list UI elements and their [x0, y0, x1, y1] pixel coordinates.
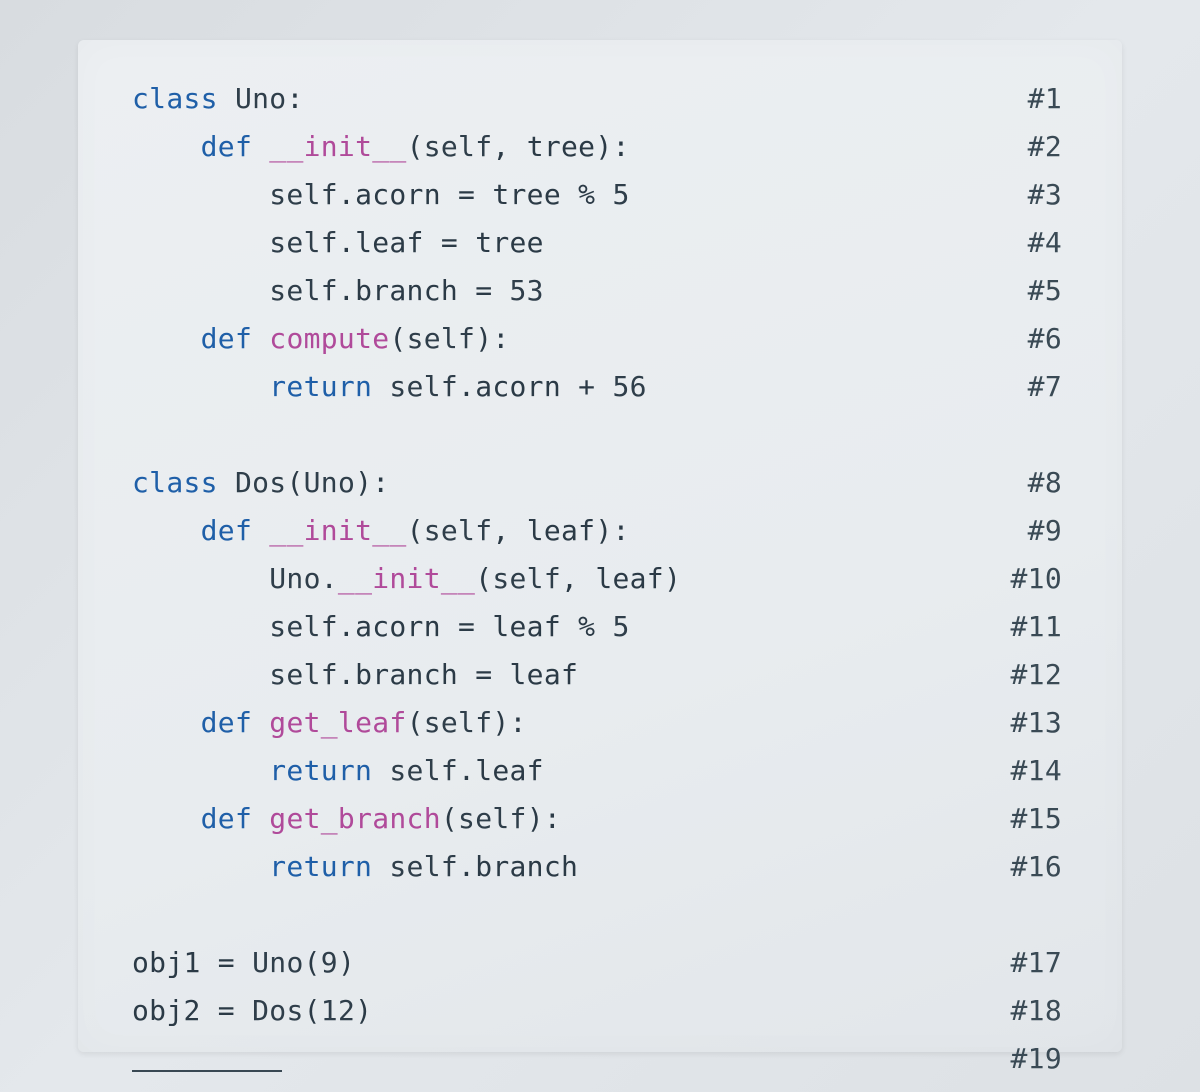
code-line: self.acorn = leaf % 5 #11 — [132, 610, 1072, 658]
code-line: def get_branch(self): #15 — [132, 802, 1072, 850]
line-number: #4 — [1028, 226, 1072, 259]
code-line: class Dos(Uno): #8 — [132, 466, 1072, 514]
line-number: #5 — [1028, 274, 1072, 307]
line-number: #16 — [1011, 850, 1072, 883]
line-number: #12 — [1011, 658, 1072, 691]
code-line: Uno.__init__(self, leaf) #10 — [132, 562, 1072, 610]
line-number: #1 — [1028, 82, 1072, 115]
line-number: #8 — [1028, 466, 1072, 499]
blank-line — [132, 418, 1072, 466]
code-line: class Uno: #1 — [132, 82, 1072, 130]
line-number: #17 — [1011, 946, 1072, 979]
code-line: #19 — [132, 1042, 1072, 1090]
line-number: #11 — [1011, 610, 1072, 643]
code-line: self.leaf = tree #4 — [132, 226, 1072, 274]
line-number: #2 — [1028, 130, 1072, 163]
code-sheet: class Uno: #1 def __init__(self, tree): … — [78, 40, 1122, 1052]
line-number: #7 — [1028, 370, 1072, 403]
line-number: #15 — [1011, 802, 1072, 835]
code-line: return self.leaf #14 — [132, 754, 1072, 802]
line-number: #14 — [1011, 754, 1072, 787]
blank-line — [132, 898, 1072, 946]
line-number: #19 — [1011, 1042, 1072, 1075]
fill-in-blank[interactable] — [132, 1070, 282, 1072]
line-number: #3 — [1028, 178, 1072, 211]
line-number: #9 — [1028, 514, 1072, 547]
code-line: return self.branch #16 — [132, 850, 1072, 898]
code-line: def compute(self): #6 — [132, 322, 1072, 370]
code-line: self.branch = 53 #5 — [132, 274, 1072, 322]
code-line: self.branch = leaf #12 — [132, 658, 1072, 706]
code-line: def __init__(self, tree): #2 — [132, 130, 1072, 178]
code-line: obj2 = Dos(12) #18 — [132, 994, 1072, 1042]
line-number: #18 — [1011, 994, 1072, 1027]
code-line: self.acorn = tree % 5 #3 — [132, 178, 1072, 226]
line-number: #6 — [1028, 322, 1072, 355]
code-line: obj1 = Uno(9) #17 — [132, 946, 1072, 994]
code-line: def __init__(self, leaf): #9 — [132, 514, 1072, 562]
line-number: #10 — [1011, 562, 1072, 595]
code-line: return self.acorn + 56 #7 — [132, 370, 1072, 418]
line-number: #13 — [1011, 706, 1072, 739]
code-line: def get_leaf(self): #13 — [132, 706, 1072, 754]
